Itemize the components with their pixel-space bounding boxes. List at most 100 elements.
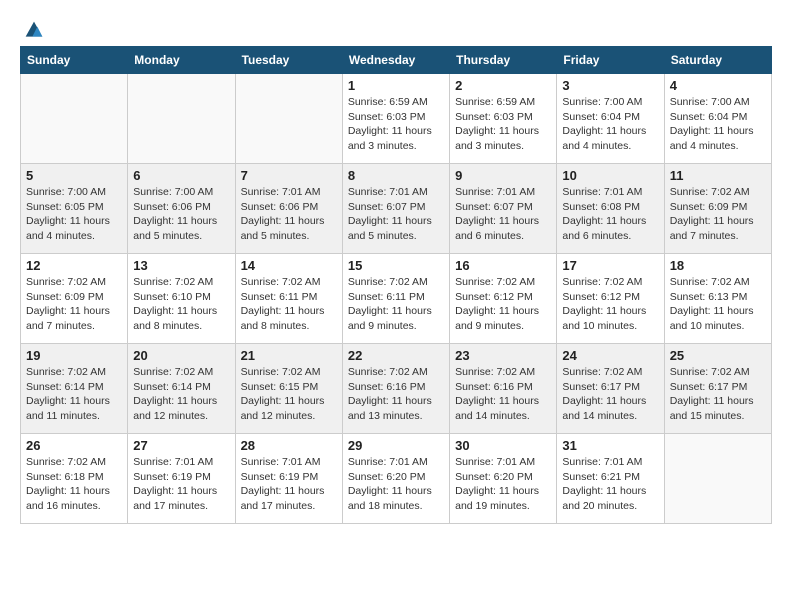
day-number: 21: [241, 348, 337, 363]
day-number: 3: [562, 78, 658, 93]
day-number: 27: [133, 438, 229, 453]
day-info: Sunrise: 7:00 AM Sunset: 6:05 PM Dayligh…: [26, 185, 122, 244]
day-info: Sunrise: 7:02 AM Sunset: 6:14 PM Dayligh…: [26, 365, 122, 424]
weekday-header-friday: Friday: [557, 47, 664, 74]
day-info: Sunrise: 7:01 AM Sunset: 6:20 PM Dayligh…: [455, 455, 551, 514]
day-info: Sunrise: 7:01 AM Sunset: 6:20 PM Dayligh…: [348, 455, 444, 514]
calendar-cell: 10Sunrise: 7:01 AM Sunset: 6:08 PM Dayli…: [557, 164, 664, 254]
calendar-cell: [128, 74, 235, 164]
day-number: 10: [562, 168, 658, 183]
day-info: Sunrise: 7:02 AM Sunset: 6:11 PM Dayligh…: [348, 275, 444, 334]
day-info: Sunrise: 7:01 AM Sunset: 6:19 PM Dayligh…: [133, 455, 229, 514]
day-info: Sunrise: 7:00 AM Sunset: 6:04 PM Dayligh…: [562, 95, 658, 154]
calendar-cell: 28Sunrise: 7:01 AM Sunset: 6:19 PM Dayli…: [235, 434, 342, 524]
calendar-cell: 31 Sunrise: 7:01 AM Sunset: 6:21 PM Dayli…: [557, 434, 664, 524]
calendar-cell: 26Sunrise: 7:02 AM Sunset: 6:18 PM Dayli…: [21, 434, 128, 524]
day-info: Sunrise: 7:01 AM Sunset: 6:21 PM Dayligh…: [562, 455, 658, 514]
day-number: 17: [562, 258, 658, 273]
day-info: Sunrise: 7:00 AM Sunset: 6:04 PM Dayligh…: [670, 95, 766, 154]
day-number: 5: [26, 168, 122, 183]
day-info: Sunrise: 7:02 AM Sunset: 6:13 PM Dayligh…: [670, 275, 766, 334]
calendar-cell: 16 Sunrise: 7:02 AM Sunset: 6:12 PM Dayli…: [450, 254, 557, 344]
day-info: Sunrise: 7:02 AM Sunset: 6:14 PM Dayligh…: [133, 365, 229, 424]
day-info: Sunrise: 7:02 AM Sunset: 6:09 PM Dayligh…: [26, 275, 122, 334]
day-number: 2: [455, 78, 551, 93]
weekday-header-wednesday: Wednesday: [342, 47, 449, 74]
calendar-cell: 3 Sunrise: 7:00 AM Sunset: 6:04 PM Daylig…: [557, 74, 664, 164]
day-number: 16: [455, 258, 551, 273]
calendar-cell: 29Sunrise: 7:01 AM Sunset: 6:20 PM Dayli…: [342, 434, 449, 524]
day-number: 30: [455, 438, 551, 453]
day-number: 4: [670, 78, 766, 93]
day-number: 15: [348, 258, 444, 273]
day-number: 12: [26, 258, 122, 273]
calendar-cell: [21, 74, 128, 164]
day-number: 13: [133, 258, 229, 273]
calendar-week-1: 1 Sunrise: 6:59 AM Sunset: 6:03 PM Daylig…: [21, 74, 772, 164]
calendar-cell: 2 Sunrise: 6:59 AM Sunset: 6:03 PM Daylig…: [450, 74, 557, 164]
day-info: Sunrise: 7:02 AM Sunset: 6:11 PM Dayligh…: [241, 275, 337, 334]
day-number: 1: [348, 78, 444, 93]
logo: [20, 20, 44, 36]
calendar-week-3: 12 Sunrise: 7:02 AM Sunset: 6:09 PM Dayli…: [21, 254, 772, 344]
day-info: Sunrise: 6:59 AM Sunset: 6:03 PM Dayligh…: [455, 95, 551, 154]
logo-icon: [24, 20, 44, 40]
calendar-cell: 6 Sunrise: 7:00 AM Sunset: 6:06 PM Daylig…: [128, 164, 235, 254]
day-number: 7: [241, 168, 337, 183]
calendar-cell: 23 Sunrise: 7:02 AM Sunset: 6:16 PM Dayli…: [450, 344, 557, 434]
weekday-header-thursday: Thursday: [450, 47, 557, 74]
calendar-cell: 21Sunrise: 7:02 AM Sunset: 6:15 PM Dayli…: [235, 344, 342, 434]
calendar-cell: 20 Sunrise: 7:02 AM Sunset: 6:14 PM Dayli…: [128, 344, 235, 434]
day-info: Sunrise: 7:01 AM Sunset: 6:07 PM Dayligh…: [348, 185, 444, 244]
calendar-table: SundayMondayTuesdayWednesdayThursdayFrid…: [20, 46, 772, 524]
calendar-cell: 7 Sunrise: 7:01 AM Sunset: 6:06 PM Daylig…: [235, 164, 342, 254]
day-number: 6: [133, 168, 229, 183]
calendar-week-2: 5 Sunrise: 7:00 AM Sunset: 6:05 PM Daylig…: [21, 164, 772, 254]
calendar-cell: 15 Sunrise: 7:02 AM Sunset: 6:11 PM Dayli…: [342, 254, 449, 344]
calendar-cell: 9 Sunrise: 7:01 AM Sunset: 6:07 PM Daylig…: [450, 164, 557, 254]
calendar-week-4: 19 Sunrise: 7:02 AM Sunset: 6:14 PM Dayli…: [21, 344, 772, 434]
day-info: Sunrise: 7:01 AM Sunset: 6:07 PM Dayligh…: [455, 185, 551, 244]
calendar-cell: [664, 434, 771, 524]
day-number: 23: [455, 348, 551, 363]
weekday-header-sunday: Sunday: [21, 47, 128, 74]
day-number: 26: [26, 438, 122, 453]
calendar-cell: 24 Sunrise: 7:02 AM Sunset: 6:17 PM Dayli…: [557, 344, 664, 434]
calendar-cell: 5 Sunrise: 7:00 AM Sunset: 6:05 PM Daylig…: [21, 164, 128, 254]
calendar-cell: 30 Sunrise: 7:01 AM Sunset: 6:20 PM Dayli…: [450, 434, 557, 524]
day-number: 20: [133, 348, 229, 363]
calendar-cell: 13 Sunrise: 7:02 AM Sunset: 6:10 PM Dayli…: [128, 254, 235, 344]
calendar-cell: 19 Sunrise: 7:02 AM Sunset: 6:14 PM Dayli…: [21, 344, 128, 434]
calendar-cell: [235, 74, 342, 164]
day-number: 14: [241, 258, 337, 273]
weekday-header-saturday: Saturday: [664, 47, 771, 74]
day-info: Sunrise: 7:02 AM Sunset: 6:10 PM Dayligh…: [133, 275, 229, 334]
day-info: Sunrise: 7:02 AM Sunset: 6:09 PM Dayligh…: [670, 185, 766, 244]
day-number: 8: [348, 168, 444, 183]
day-info: Sunrise: 7:02 AM Sunset: 6:12 PM Dayligh…: [455, 275, 551, 334]
day-number: 25: [670, 348, 766, 363]
day-info: Sunrise: 6:59 AM Sunset: 6:03 PM Dayligh…: [348, 95, 444, 154]
day-info: Sunrise: 7:01 AM Sunset: 6:06 PM Dayligh…: [241, 185, 337, 244]
day-info: Sunrise: 7:02 AM Sunset: 6:17 PM Dayligh…: [562, 365, 658, 424]
calendar-cell: 12 Sunrise: 7:02 AM Sunset: 6:09 PM Dayli…: [21, 254, 128, 344]
calendar-cell: 1 Sunrise: 6:59 AM Sunset: 6:03 PM Daylig…: [342, 74, 449, 164]
day-number: 31: [562, 438, 658, 453]
day-info: Sunrise: 7:02 AM Sunset: 6:12 PM Dayligh…: [562, 275, 658, 334]
calendar-cell: 17 Sunrise: 7:02 AM Sunset: 6:12 PM Dayli…: [557, 254, 664, 344]
calendar-header-row: SundayMondayTuesdayWednesdayThursdayFrid…: [21, 47, 772, 74]
day-info: Sunrise: 7:02 AM Sunset: 6:16 PM Dayligh…: [455, 365, 551, 424]
calendar-cell: 11Sunrise: 7:02 AM Sunset: 6:09 PM Dayli…: [664, 164, 771, 254]
calendar-cell: 8 Sunrise: 7:01 AM Sunset: 6:07 PM Daylig…: [342, 164, 449, 254]
day-info: Sunrise: 7:00 AM Sunset: 6:06 PM Dayligh…: [133, 185, 229, 244]
weekday-header-tuesday: Tuesday: [235, 47, 342, 74]
day-number: 28: [241, 438, 337, 453]
day-info: Sunrise: 7:02 AM Sunset: 6:16 PM Dayligh…: [348, 365, 444, 424]
day-number: 19: [26, 348, 122, 363]
day-number: 22: [348, 348, 444, 363]
day-number: 9: [455, 168, 551, 183]
calendar-cell: 22 Sunrise: 7:02 AM Sunset: 6:16 PM Dayli…: [342, 344, 449, 434]
page-header: [20, 20, 772, 36]
day-number: 24: [562, 348, 658, 363]
day-number: 18: [670, 258, 766, 273]
